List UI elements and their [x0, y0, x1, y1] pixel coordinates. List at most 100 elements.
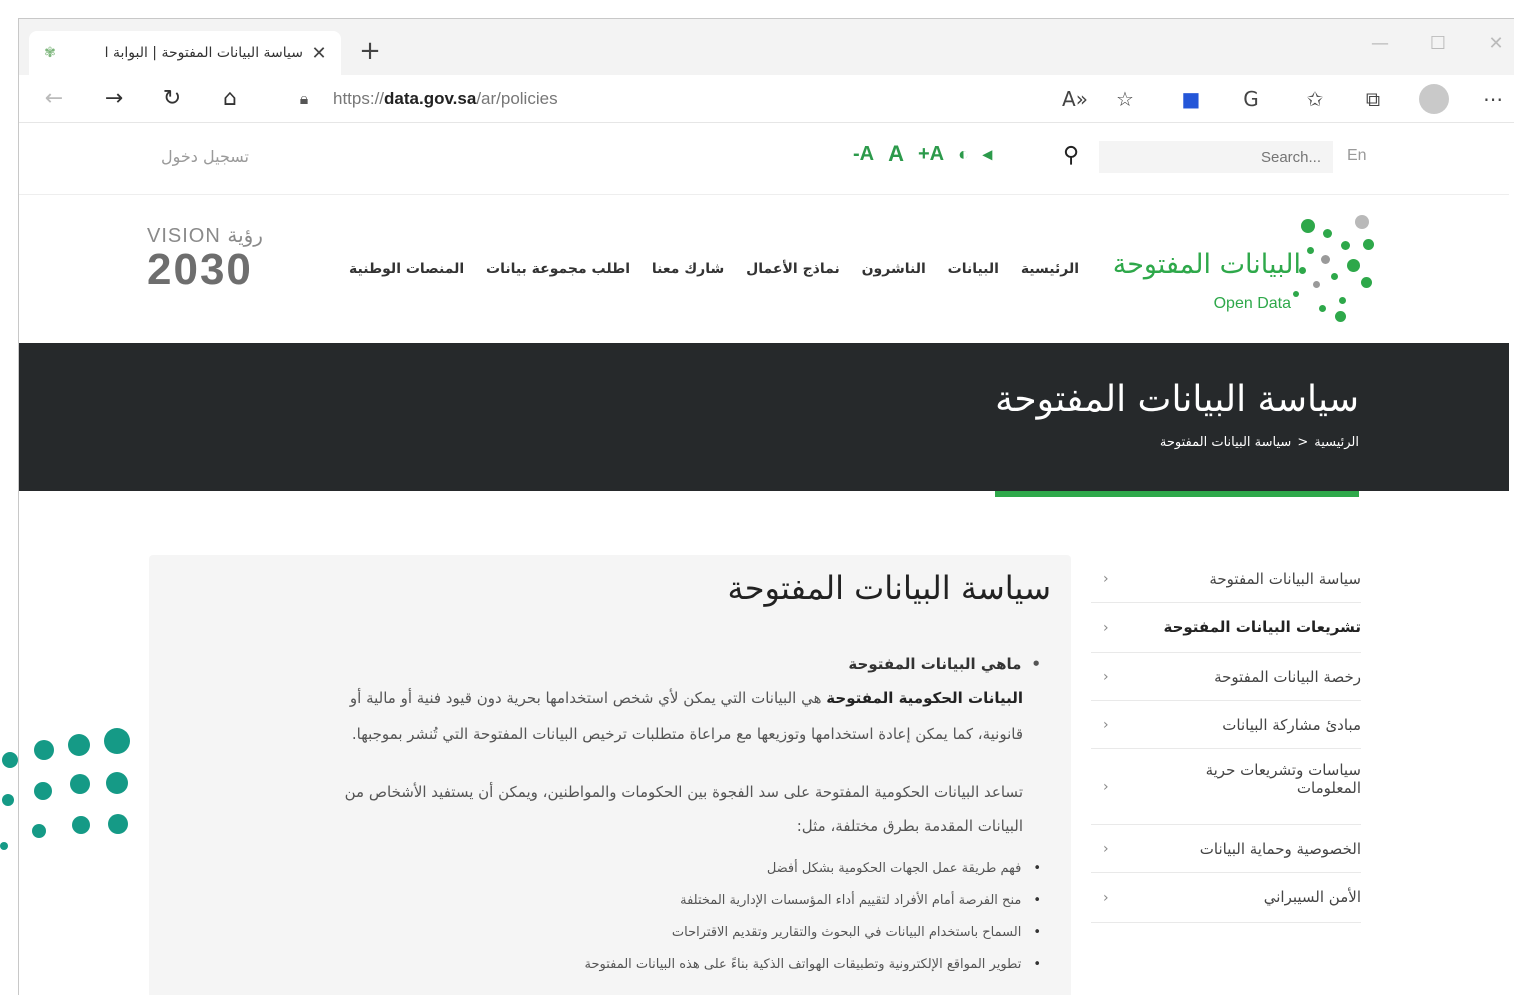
logo-dot: [1321, 255, 1330, 264]
collections-icon[interactable]: ⧉: [1357, 85, 1389, 113]
decorative-dot: [32, 824, 46, 838]
chevron-left-icon: ‹: [1103, 668, 1109, 685]
nav-item[interactable]: البيانات: [948, 261, 999, 285]
sidebar-menu: سياسة البيانات المفتوحة ‹ تشريعات البيان…: [1091, 555, 1361, 923]
logo-dot: [1361, 277, 1372, 288]
logo-dot: [1299, 267, 1306, 274]
nav-item[interactable]: الرئيسية: [1021, 261, 1079, 285]
minimize-icon[interactable]: —: [1365, 33, 1395, 54]
list-item: فهم طريقة عمل الجهات الحكومية بشكل أفضل: [767, 861, 1041, 876]
chevron-left-icon: ‹: [1103, 889, 1109, 906]
page-title: سياسة البيانات المفتوحة: [995, 379, 1359, 420]
breadcrumb-separator: <: [1297, 435, 1309, 450]
maximize-icon[interactable]: ☐: [1423, 33, 1453, 54]
font-decrease-button[interactable]: -A: [853, 143, 874, 166]
login-link[interactable]: تسجيل دخول: [161, 147, 249, 166]
browser-titlebar: ✾ سياسة البيانات المفتوحة | البوابة ا ✕ …: [19, 19, 1514, 75]
main-navigation: الرئيسية البيانات الناشرون نماذج الأعمال شار…: [349, 261, 1079, 285]
forward-arrow-icon[interactable]: →: [99, 85, 129, 113]
decorative-dot: [0, 842, 8, 850]
list-item: السماح باستخدام البيانات في البحوث والتق…: [672, 925, 1041, 940]
home-icon[interactable]: ⌂: [215, 85, 245, 113]
decorative-dot: [34, 740, 54, 760]
font-normal-button[interactable]: A: [888, 141, 904, 167]
decorative-dot: [2, 752, 18, 768]
logo-dot: [1319, 305, 1326, 312]
more-options-icon[interactable]: ⋯: [1477, 85, 1509, 113]
read-aloud-icon[interactable]: A»: [1059, 85, 1091, 113]
sidebar-item-privacy[interactable]: الخصوصية وحماية البيانات ‹: [1091, 825, 1361, 873]
logo-dot: [1347, 259, 1360, 272]
nav-item[interactable]: نماذج الأعمال: [746, 261, 840, 285]
brand-arabic: البيانات المفتوحة: [1112, 249, 1301, 280]
sidebar-item-policy[interactable]: سياسة البيانات المفتوحة ‹: [1091, 555, 1361, 603]
paragraph-1-line-1: البيانات الحكومية المفتوحة هي البيانات ا…: [349, 689, 1023, 707]
logo-dot: [1341, 241, 1350, 250]
speaker-icon[interactable]: ◂: [983, 144, 992, 165]
nav-item[interactable]: الناشرون: [862, 261, 926, 285]
window-close-icon[interactable]: ✕: [1481, 33, 1511, 54]
chevron-left-icon: ‹: [1103, 778, 1109, 795]
extension-icon[interactable]: ■: [1175, 85, 1207, 113]
reload-icon[interactable]: ↻: [157, 85, 187, 113]
site-utility-bar: تسجيل دخول -A A +A ◐ ◂ ⚲ En: [19, 123, 1509, 195]
browser-toolbar: ← → ↻ ⌂ 🔒︎ https://data.gov.sa/ar/polici…: [19, 75, 1514, 123]
sidebar-item-freedom-of-information[interactable]: سياسات وتشريعات حرية المعلومات ‹: [1091, 749, 1361, 825]
logo-dot: [1293, 291, 1299, 297]
sidebar-item-data-sharing[interactable]: مبادئ مشاركة البيانات ‹: [1091, 701, 1361, 749]
profile-avatar[interactable]: [1419, 84, 1449, 114]
content-panel: سياسة البيانات المفتوحة ماهي البيانات ال…: [149, 555, 1071, 995]
browser-tab[interactable]: ✾ سياسة البيانات المفتوحة | البوابة ا ✕: [29, 31, 341, 75]
site-favicon-icon: ✾: [44, 45, 56, 61]
site-header: VISION رؤية 2030 الرئيسية البيانات الناشرو…: [19, 195, 1509, 343]
chevron-left-icon: ‹: [1103, 570, 1109, 587]
favorites-icon[interactable]: ✩: [1299, 85, 1331, 113]
extension-g-icon[interactable]: G: [1235, 85, 1267, 113]
paragraph-2-line-1: تساعد البيانات الحكومية المفتوحة على سد …: [344, 783, 1023, 801]
decorative-dot: [106, 772, 128, 794]
font-increase-button[interactable]: +A: [918, 143, 944, 166]
brand-english: Open Data: [1213, 295, 1291, 312]
lock-icon: 🔒︎: [299, 89, 309, 108]
decorative-dot: [2, 794, 14, 806]
sidebar-item-legislation[interactable]: تشريعات البيانات المفتوحة ‹: [1091, 603, 1361, 653]
chevron-left-icon: ‹: [1103, 619, 1109, 636]
tab-title: سياسة البيانات المفتوحة | البوابة ا: [104, 45, 303, 61]
back-arrow-icon[interactable]: ←: [39, 85, 69, 113]
nav-item[interactable]: شارك معنا: [652, 261, 724, 285]
sidebar-item-cybersecurity[interactable]: الأمن السيبراني ‹: [1091, 873, 1361, 923]
vision-2030-logo: VISION رؤية 2030: [147, 225, 263, 294]
list-item: تطوير المواقع الإلكترونية وتطبيقات الهوا…: [584, 957, 1041, 972]
logo-dot: [1331, 273, 1338, 280]
nav-item[interactable]: اطلب مجموعة بيانات: [486, 261, 630, 285]
contrast-icon[interactable]: ◐: [958, 144, 969, 165]
new-tab-button[interactable]: +: [355, 37, 385, 67]
decorative-dot: [72, 816, 90, 834]
logo-dot: [1313, 281, 1320, 288]
content-heading: سياسة البيانات المفتوحة: [727, 569, 1051, 607]
logo-dot: [1335, 311, 1346, 322]
paragraph-1-line-2: قانونية، كما يمكن إعادة استخدامها وتوزيع…: [351, 725, 1023, 743]
search-input[interactable]: [1099, 141, 1333, 173]
breadcrumb: الرئيسية < سياسة البيانات المفتوحة: [1160, 435, 1359, 450]
logo-dot: [1355, 215, 1369, 229]
decorative-dot: [108, 814, 128, 834]
search-icon[interactable]: ⚲: [1063, 143, 1079, 168]
logo-dot: [1323, 229, 1332, 238]
logo-dot: [1363, 239, 1374, 250]
url-text: https://data.gov.sa/ar/policies: [333, 89, 558, 108]
chevron-left-icon: ‹: [1103, 840, 1109, 857]
sidebar-item-license[interactable]: رخصة البيانات المفتوحة ‹: [1091, 653, 1361, 701]
language-switch[interactable]: En: [1347, 147, 1367, 165]
breadcrumb-home[interactable]: الرئيسية: [1314, 435, 1359, 450]
content-question: ماهي البيانات المفتوحة: [848, 655, 1041, 673]
decorative-dot: [34, 782, 52, 800]
open-data-logo[interactable]: البيانات المفتوحة Open Data: [1109, 215, 1379, 325]
favorite-star-icon[interactable]: ☆: [1109, 85, 1141, 113]
logo-dot: [1339, 297, 1346, 304]
decorative-dot: [104, 728, 130, 754]
close-tab-icon[interactable]: ✕: [309, 43, 329, 64]
breadcrumb-current: سياسة البيانات المفتوحة: [1159, 435, 1292, 450]
chevron-left-icon: ‹: [1103, 716, 1109, 733]
nav-item[interactable]: المنصات الوطنية: [349, 261, 464, 285]
